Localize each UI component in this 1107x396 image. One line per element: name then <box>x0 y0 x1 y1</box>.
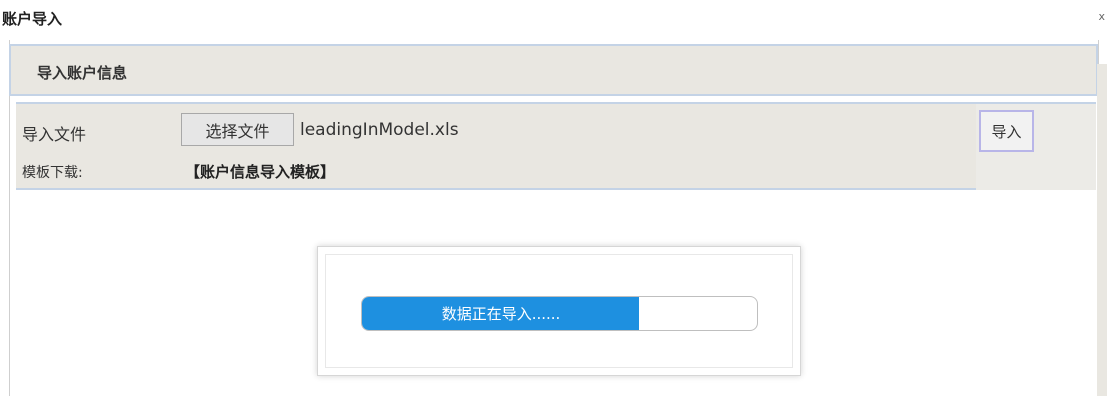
close-icon[interactable]: x <box>1098 10 1105 23</box>
progress-bar: 数据正在导入...... <box>361 296 758 331</box>
template-download-link[interactable]: 【账户信息导入模板】 <box>185 161 335 182</box>
scrollbar[interactable] <box>1097 64 1107 396</box>
import-button[interactable]: 导入 <box>979 110 1034 152</box>
file-label: 导入文件 <box>22 125 87 144</box>
choose-file-button[interactable]: 选择文件 <box>181 113 294 146</box>
import-form <box>16 102 978 190</box>
section-title: 导入账户信息 <box>37 64 128 82</box>
template-label: 模板下载: <box>22 165 83 181</box>
title-bar: 账户导入 x <box>0 0 1107 38</box>
window-title: 账户导入 <box>2 10 63 28</box>
selected-file-name: leadingInModel.xls <box>300 120 459 140</box>
progress-text: 数据正在导入...... <box>441 305 561 323</box>
section-header: 导入账户信息 <box>9 44 1098 96</box>
account-import-window: 账户导入 x 导入账户信息 导入文件 选择文件 leadingInModel.x… <box>0 0 1107 396</box>
